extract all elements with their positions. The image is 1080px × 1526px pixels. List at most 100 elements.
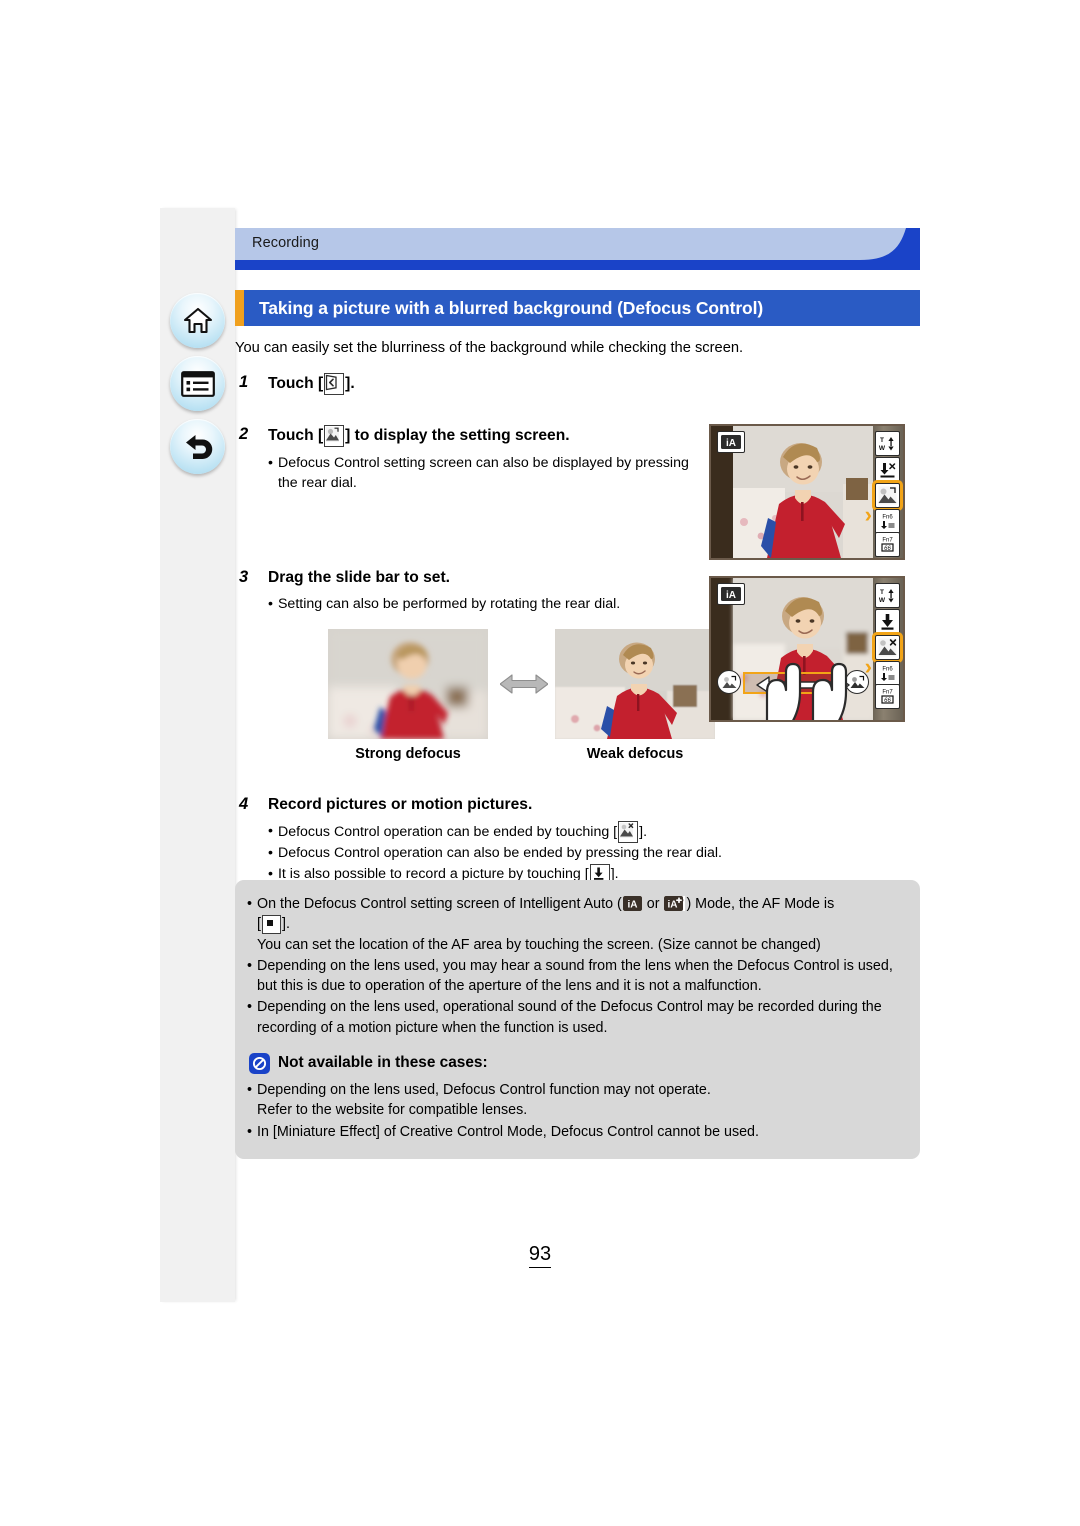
title-accent <box>235 290 244 326</box>
note-1-after: ) Mode, the AF Mode is <box>686 896 835 912</box>
weak-defocus-caption: Weak defocus <box>586 745 684 762</box>
bullet-dot: • <box>247 957 253 974</box>
bullet-dot: • <box>268 454 273 471</box>
home-button[interactable] <box>170 293 225 348</box>
bullet-dot: • <box>247 896 253 912</box>
bullet-dot: • <box>247 999 253 1016</box>
not-available-item-2: • In [Miniature Effect] of Creative Cont… <box>247 1122 904 1142</box>
svg-text:W: W <box>879 597 886 604</box>
step-3-number: 3 <box>239 568 249 587</box>
zoom-tw-icon[interactable]: T W <box>875 431 900 456</box>
touch-shutter-icon[interactable] <box>875 457 900 482</box>
page-number: 93 <box>0 1243 1080 1268</box>
not-available-item-1: • Depending on the lens used, Defocus Co… <box>247 1080 904 1121</box>
step-2-number: 2 <box>239 424 249 443</box>
camera-screen-setting-entry: iA T W › Fn6 Fn7 66 <box>709 424 905 560</box>
fn6-icon-2[interactable]: Fn6 <box>875 661 900 686</box>
fn7-icon[interactable]: Fn7 66 <box>875 532 900 557</box>
bullet-dot: • <box>268 845 273 862</box>
defocus-control-icon <box>324 424 345 447</box>
bullet-dot: • <box>247 1123 253 1140</box>
na-2-line1: In [Miniature Effect] of Creative Contro… <box>257 1123 759 1140</box>
breadcrumb-band <box>235 228 920 260</box>
svg-text:Fn6: Fn6 <box>882 667 893 673</box>
defocus-control-exit-icon-rail[interactable] <box>872 632 903 663</box>
ia-mode-badge-2: iA <box>717 583 745 605</box>
af-1-area-icon <box>261 915 281 935</box>
nav-rail <box>160 208 235 1302</box>
na-1-line1: Depending on the lens used, Defocus Cont… <box>257 1081 711 1098</box>
expand-caret-icon-2[interactable]: › <box>865 656 872 678</box>
svg-text:W: W <box>879 445 886 452</box>
bullet-dot: • <box>268 596 273 613</box>
bullet-dot: • <box>268 823 273 840</box>
svg-text:T: T <box>880 589 884 596</box>
step-1-text-before: Touch [ <box>268 374 324 392</box>
step-2-text-after: ] to display the setting screen. <box>345 426 570 444</box>
svg-text:66: 66 <box>884 546 891 552</box>
fn6-icon[interactable]: Fn6 <box>875 509 900 534</box>
zoom-tw-icon-2[interactable]: T W <box>875 583 900 608</box>
note-3-text: Depending on the lens used, operational … <box>257 999 882 1036</box>
section-title-bar: Taking a picture with a blurred backgrou… <box>235 290 920 326</box>
ia-mode-icon: iA <box>622 896 642 911</box>
note-item-1: • On the Defocus Control setting screen … <box>247 894 904 955</box>
list-icon <box>180 370 215 397</box>
contents-button[interactable] <box>170 356 225 411</box>
step-1-text-after: ]. <box>345 374 355 392</box>
prohibition-icon <box>249 1052 270 1074</box>
photo-weak-defocus <box>555 628 715 739</box>
breadcrumb-swoosh-icon <box>860 228 920 260</box>
double-arrow-icon <box>500 674 548 694</box>
page-title: Taking a picture with a blurred backgrou… <box>259 297 764 318</box>
note-item-2: • Depending on the lens used, you may he… <box>247 956 904 997</box>
svg-text:66: 66 <box>884 698 891 704</box>
step-4-bullet-1-before: Defocus Control operation can be ended b… <box>277 823 618 840</box>
photo-strong-defocus <box>328 628 488 739</box>
step-4-number: 4 <box>239 794 249 813</box>
bullet-dot: • <box>247 1081 253 1098</box>
defocus-control-icon-rail-1[interactable] <box>872 480 903 511</box>
step-4-heading: Record pictures or motion pictures. <box>268 795 533 813</box>
defocus-control-exit-icon <box>618 821 639 844</box>
strong-defocus-photo <box>328 628 488 739</box>
notes-panel: • On the Defocus Control setting screen … <box>235 880 920 1159</box>
step-4-bullet-1: • Defocus Control operation can be ended… <box>268 821 920 844</box>
step-1: 1 Touch [ ]. <box>235 372 920 395</box>
expand-caret-icon-1[interactable]: › <box>865 504 872 526</box>
step-4-bullet-2-text: Defocus Control operation can also be en… <box>277 845 722 862</box>
step-2-text-before: Touch [ <box>268 426 324 444</box>
breadcrumb-header: Recording <box>235 228 920 276</box>
svg-text:iA: iA <box>627 900 637 911</box>
step-4-bullet-1-after: ]. <box>639 823 648 840</box>
svg-text:iA: iA <box>726 438 736 449</box>
not-available-heading: Not available in these cases: <box>249 1052 904 1074</box>
note-1-line2-before: [ <box>257 916 261 933</box>
svg-text:iA: iA <box>726 590 736 601</box>
svg-text:Fn6: Fn6 <box>882 515 893 521</box>
note-2-text: Depending on the lens used, you may hear… <box>257 957 893 995</box>
ia-mode-badge-1: iA <box>717 431 745 453</box>
strong-defocus-caption: Strong defocus <box>355 745 461 762</box>
note-item-3: • Depending on the lens used, operationa… <box>247 997 904 1038</box>
shutter-download-icon-rail[interactable] <box>875 609 900 634</box>
step-4-bullet-2: • Defocus Control operation can also be … <box>268 843 920 864</box>
camera-screen-slide-bar: iA T W › Fn6 Fn7 66 <box>709 576 905 722</box>
weak-defocus-photo <box>555 628 715 739</box>
svg-text:Fn7: Fn7 <box>882 538 893 544</box>
strong-defocus-icon[interactable] <box>717 670 741 694</box>
note-1-before: On the Defocus Control setting screen of… <box>257 896 622 912</box>
ia-plus-mode-icon: iA <box>664 896 686 911</box>
intro-text: You can easily set the blurriness of the… <box>235 340 744 356</box>
home-icon <box>183 307 213 335</box>
return-button[interactable] <box>170 419 225 474</box>
breadcrumb-rule <box>235 260 920 270</box>
step-3-bullet-text: Setting can also be performed by rotatin… <box>277 596 621 613</box>
page-number-value: 93 <box>528 1243 552 1268</box>
back-arrow-touch-icon <box>324 372 345 395</box>
breadcrumb: Recording <box>252 235 319 251</box>
back-arrow-icon <box>183 433 213 461</box>
not-available-label: Not available in these cases: <box>278 1054 488 1072</box>
camera-touch-tab-rail-2: T W › Fn6 Fn7 66 <box>865 578 903 720</box>
fn7-icon-2[interactable]: Fn7 66 <box>875 684 900 709</box>
